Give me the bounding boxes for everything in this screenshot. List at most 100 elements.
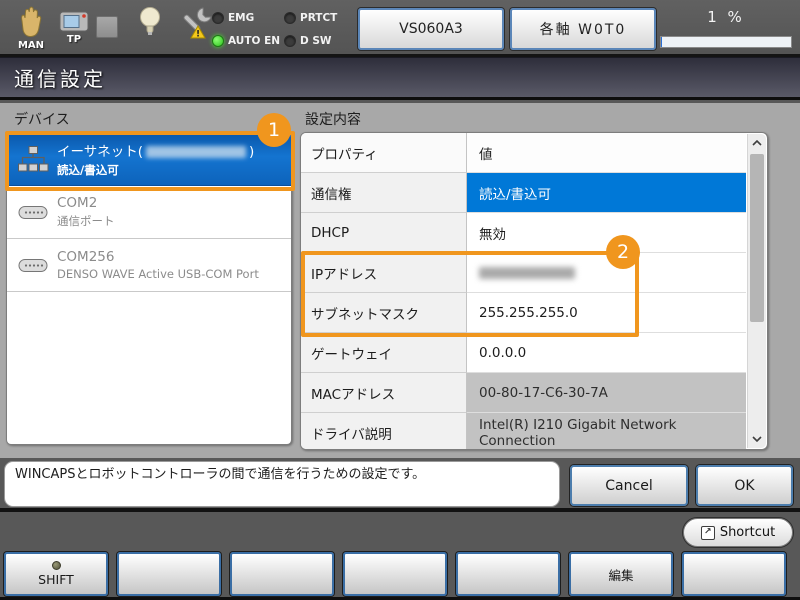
teach-pendant-screen: MAN TP	[0, 0, 800, 600]
value-cell: 無効	[467, 213, 746, 253]
serial-port-icon	[13, 205, 53, 220]
shift-led-dot	[52, 561, 61, 570]
function-key-4[interactable]	[343, 552, 447, 596]
title-bar: 通信設定	[0, 57, 800, 100]
shortcut-label: Shortcut	[720, 525, 775, 540]
top-toolbar: MAN TP	[0, 0, 800, 57]
teach-pendant-button[interactable]: TP	[58, 9, 90, 45]
device-list-panel: イーサネット()読込/書込可 COM2 通信ポート COM256 DENSO WAVE …	[6, 132, 292, 445]
led-dot	[212, 35, 224, 47]
function-key-5[interactable]	[456, 552, 560, 596]
function-key-label: SHIFT	[38, 572, 74, 587]
robot-type-button[interactable]: VS060A3	[358, 8, 504, 50]
function-key-6[interactable]: 編集	[569, 552, 673, 596]
footer-bar: WINCAPSとロボットコントローラの間で通信を行うための設定です。 Cance…	[0, 458, 800, 512]
speed-progress-fill	[661, 37, 662, 47]
teach-pendant-label: TP	[67, 34, 81, 45]
coordinate-mode-button[interactable]: 各軸 W0T0	[510, 8, 656, 50]
device-item-subtitle: 通信ポート	[57, 213, 115, 229]
lamp-icon	[138, 5, 162, 43]
led-label: D SW	[300, 35, 332, 47]
device-item-3[interactable]: COM256 DENSO WAVE Active USB-COM Port	[7, 239, 291, 292]
device-item-text: イーサネット()読込/書込可	[57, 140, 254, 178]
property-cell: DHCP	[301, 213, 467, 253]
settings-panel-heading: 設定内容	[305, 109, 361, 129]
device-list: イーサネット()読込/書込可 COM2 通信ポート COM256 DENSO WAVE …	[7, 133, 291, 292]
ethernet-icon	[13, 145, 53, 173]
table-row[interactable]: ドライバ説明Intel(R) I210 Gigabit Network Conn…	[301, 413, 746, 450]
description-text: WINCAPSとロボットコントローラの間で通信を行うための設定です。	[4, 461, 560, 507]
table-row[interactable]: ゲートウェイ0.0.0.0	[301, 333, 746, 373]
redacted-value	[479, 267, 575, 279]
scroll-up-arrow-icon[interactable]	[748, 134, 766, 152]
function-key-7[interactable]	[682, 552, 786, 596]
led-label: PRTCT	[300, 12, 337, 24]
stop-square-icon[interactable]	[96, 16, 118, 38]
status-led-grid: EMG AUTO EN PRTCT D SW	[212, 8, 356, 51]
shortcut-button[interactable]: ↗ Shortcut	[683, 518, 793, 547]
led-dot	[212, 12, 224, 24]
function-key-area: ↗ Shortcut SHIFT 編集	[0, 512, 800, 600]
content-area: デバイス 設定内容 イーサネット()読込/書込可 COM2 通信ポート COM256 D…	[0, 103, 800, 458]
table-row[interactable]: MACアドレス00-80-17-C6-30-7A	[301, 373, 746, 413]
manual-mode-label: MAN	[18, 40, 44, 51]
device-panel-heading: デバイス	[14, 109, 70, 129]
ok-button[interactable]: OK	[696, 465, 793, 506]
svg-text:!: !	[196, 30, 200, 40]
scrollbar-track[interactable]	[748, 152, 766, 430]
cancel-button[interactable]: Cancel	[570, 465, 688, 506]
device-item-subtitle: DENSO WAVE Active USB-COM Port	[57, 267, 259, 281]
speed-progress-bar	[660, 36, 792, 48]
device-item-title: COM256	[57, 249, 259, 265]
device-item-title: COM2	[57, 195, 115, 211]
property-cell: IPアドレス	[301, 253, 467, 293]
table-scrollbar[interactable]	[747, 134, 766, 448]
status-led-emg: EMG	[212, 8, 284, 28]
property-cell: ゲートウェイ	[301, 333, 467, 373]
property-cell: 通信権	[301, 173, 467, 213]
value-column-header: 値	[467, 133, 746, 173]
value-cell	[467, 253, 746, 293]
settings-table: プロパティ 値 通信権読込/書込可DHCP無効IPアドレスサブネットマスク255…	[301, 133, 746, 449]
maintenance-button[interactable]: !	[178, 6, 214, 48]
property-cell: ドライバ説明	[301, 413, 467, 450]
value-cell: 0.0.0.0	[467, 333, 746, 373]
device-item-text: COM2 通信ポート	[57, 195, 115, 229]
device-item-text: COM256 DENSO WAVE Active USB-COM Port	[57, 249, 259, 281]
settings-table-body: 通信権読込/書込可DHCP無効IPアドレスサブネットマスク255.255.255…	[301, 173, 746, 450]
table-row[interactable]: IPアドレス	[301, 253, 746, 293]
value-cell: 読込/書込可	[467, 173, 746, 213]
device-item-2[interactable]: COM2 通信ポート	[7, 186, 291, 239]
maintenance-wrench-icon: !	[178, 6, 214, 48]
page-title: 通信設定	[14, 63, 106, 92]
function-key-2[interactable]	[117, 552, 221, 596]
function-key-label: 編集	[608, 565, 633, 584]
manual-hand-icon	[14, 5, 48, 45]
table-row[interactable]: サブネットマスク255.255.255.0	[301, 293, 746, 333]
status-led-prtct: PRTCT	[284, 8, 356, 28]
settings-table-panel: プロパティ 値 通信権読込/書込可DHCP無効IPアドレスサブネットマスク255…	[300, 132, 768, 450]
function-key-1[interactable]: SHIFT	[4, 552, 108, 596]
manual-mode-button[interactable]: MAN	[14, 5, 48, 51]
redacted-ip-text	[146, 146, 246, 158]
function-key-row: SHIFT 編集	[4, 552, 786, 596]
lamp-button[interactable]	[138, 5, 162, 43]
led-label: EMG	[228, 12, 254, 24]
value-cell: Intel(R) I210 Gigabit Network Connection	[467, 413, 746, 450]
property-cell: サブネットマスク	[301, 293, 467, 333]
led-dot	[284, 35, 296, 47]
function-key-3[interactable]	[230, 552, 334, 596]
led-dot	[284, 12, 296, 24]
status-led-auto-en: AUTO EN	[212, 31, 284, 51]
table-row[interactable]: 通信権読込/書込可	[301, 173, 746, 213]
scrollbar-thumb[interactable]	[750, 154, 764, 322]
table-header-row: プロパティ 値	[301, 133, 746, 173]
status-led-d-sw: D SW	[284, 31, 356, 51]
device-item-1[interactable]: イーサネット()読込/書込可	[7, 133, 291, 186]
scroll-down-arrow-icon[interactable]	[748, 430, 766, 448]
shortcut-window-icon: ↗	[701, 526, 715, 540]
led-label: AUTO EN	[228, 35, 280, 47]
table-row[interactable]: DHCP無効	[301, 213, 746, 253]
speed-percent-label: 1 %	[660, 8, 792, 26]
serial-port-icon	[13, 258, 53, 273]
